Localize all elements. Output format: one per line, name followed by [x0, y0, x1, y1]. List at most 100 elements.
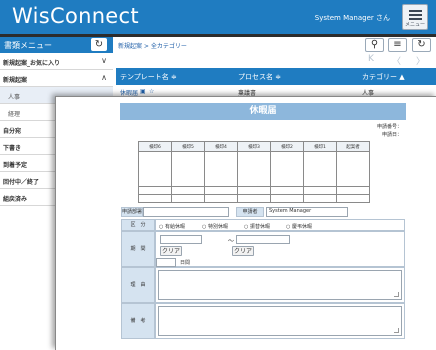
clear-end-button[interactable]: クリア — [232, 246, 254, 256]
sidebar-item-label: 新規起案_お気に入り — [3, 60, 61, 67]
sidebar-item-label: 新規起案 — [3, 77, 28, 84]
seal-date — [237, 186, 271, 195]
refresh-icon[interactable]: ↻ — [412, 38, 431, 52]
radio-label: 慶弔休暇 — [291, 224, 312, 230]
start-date-input[interactable] — [160, 235, 202, 244]
seal-box — [138, 151, 172, 187]
period-cell: 〜 クリア クリア 日間 — [155, 231, 405, 267]
resize-grip-icon[interactable] — [394, 292, 399, 297]
applicant-label: 申請者 — [236, 207, 264, 217]
seal-box — [303, 151, 337, 187]
seal-box — [204, 151, 238, 187]
seal-header: 検印3 — [237, 141, 271, 152]
seal-box — [336, 151, 370, 187]
seal-date — [171, 186, 205, 195]
sidebar-item-label: 経理 — [8, 111, 21, 118]
radio-label: 特別休暇 — [207, 224, 228, 230]
list-icon[interactable]: ≡ — [388, 38, 407, 52]
reason-label: 理 由 — [121, 267, 155, 303]
seal-date — [171, 194, 205, 203]
remarks-label: 備 考 — [121, 303, 155, 339]
category-label: 区 分 — [121, 219, 155, 231]
col-process[interactable]: プロセス名 ≑ — [238, 72, 281, 82]
sidebar-item-label: 下書き — [3, 145, 22, 152]
menu-label: メニュー — [404, 22, 425, 28]
next-page-icon[interactable]: 〉 — [416, 54, 425, 67]
first-page-icon[interactable]: K — [368, 54, 374, 64]
resize-grip-icon[interactable] — [394, 328, 399, 333]
seal-date — [270, 194, 304, 203]
apply-no-label: 申請番号： — [376, 124, 402, 130]
seal-table: 検印6 検印5 検印4 検印3 検印2 検印1 起案者 — [138, 141, 370, 203]
seal-header: 検印4 — [204, 141, 238, 152]
seal-date — [303, 194, 337, 203]
prev-page-icon[interactable]: 〈 — [392, 54, 401, 67]
period-label: 期 間 — [121, 231, 155, 267]
seal-date — [336, 194, 370, 203]
radio-label: 振替休暇 — [249, 224, 270, 230]
days-unit: 日間 — [180, 260, 191, 266]
refresh-icon[interactable]: ↻ — [91, 38, 107, 51]
radio-substitute-leave[interactable]: ○ 振替休暇 — [244, 223, 270, 230]
search-icon[interactable]: ⚲ — [365, 38, 384, 52]
breadcrumb-text[interactable]: 新規起案 > 全カテゴリー — [118, 41, 187, 50]
sidebar-item-favorites[interactable]: 新規起案_お気に入り ∨ — [0, 53, 113, 70]
reason-textarea[interactable] — [158, 270, 402, 300]
star-icon[interactable]: ☆ — [149, 88, 154, 95]
seal-box — [171, 151, 205, 187]
radio-paid-leave[interactable]: ○ 有給休暇 — [159, 223, 185, 230]
chevron-down-icon: ∨ — [101, 56, 107, 65]
sidebar-item-label: 到着予定 — [3, 162, 28, 169]
seal-header: 検印1 — [303, 141, 337, 152]
seal-date — [138, 186, 172, 195]
col-template[interactable]: テンプレート名 ≑ — [120, 72, 177, 82]
sidebar-item-label: 人事 — [8, 94, 21, 101]
radio-condolence-leave[interactable]: ○ 慶弔休暇 — [286, 223, 312, 230]
tilde: 〜 — [228, 238, 235, 245]
seal-date — [204, 186, 238, 195]
seal-date — [270, 186, 304, 195]
apply-date-label: 申請日： — [381, 132, 402, 138]
seal-date — [303, 186, 337, 195]
end-date-input[interactable] — [236, 235, 290, 244]
col-category[interactable]: カテゴリー ▲ — [362, 72, 405, 82]
menu-button[interactable]: メニュー — [402, 4, 428, 30]
sidebar-item-label: 組戻済み — [3, 196, 28, 203]
sidebar-item-new-draft[interactable]: 新規起案 ∧ — [0, 70, 113, 87]
seal-box — [237, 151, 271, 187]
applicant-field[interactable]: System Manager — [266, 207, 348, 217]
pager: K 〈 〉 — [116, 54, 436, 68]
sidebar-item-label: 回付中／終了 — [3, 179, 40, 186]
seal-date — [138, 194, 172, 203]
category-options: ○ 有給休暇 ○ 特別休暇 ○ 振替休暇 ○ 慶弔休暇 — [155, 219, 405, 231]
sidebar-header: 書類メニュー ↻ — [0, 37, 113, 53]
dept-field[interactable] — [143, 207, 229, 217]
breadcrumb: 新規起案 > 全カテゴリー ⚲ ≡ ↻ — [116, 37, 436, 54]
remarks-cell — [155, 303, 405, 339]
doc-title: 休暇届 — [120, 103, 406, 120]
leave-form-document: 休暇届 申請番号： 申請日： 検印6 検印5 検印4 検印3 検印2 検印1 起… — [55, 96, 436, 350]
dept-label: 申請部署 — [121, 207, 143, 217]
seal-date — [204, 194, 238, 203]
seal-header: 検印6 — [138, 141, 172, 152]
reason-cell — [155, 267, 405, 303]
seal-header: 検印5 — [171, 141, 205, 152]
doc-icon[interactable]: ▣ — [140, 88, 146, 95]
seal-date — [237, 194, 271, 203]
seal-header: 検印2 — [270, 141, 304, 152]
table-header: テンプレート名 ≑ プロセス名 ≑ カテゴリー ▲ — [116, 68, 436, 85]
app-logo: WisConnect — [12, 4, 139, 28]
user-name[interactable]: System Manager さん — [315, 13, 390, 23]
chevron-up-icon: ∧ — [101, 73, 107, 82]
seal-date — [336, 186, 370, 195]
seal-box — [270, 151, 304, 187]
sidebar-title: 書類メニュー — [4, 41, 52, 50]
days-input[interactable] — [156, 258, 176, 267]
clear-start-button[interactable]: クリア — [160, 246, 182, 256]
app-header: WisConnect System Manager さん メニュー — [0, 0, 436, 37]
remarks-textarea[interactable] — [158, 306, 402, 336]
sidebar-item-label: 自分宛 — [3, 128, 22, 135]
seal-header: 起案者 — [336, 141, 370, 152]
radio-special-leave[interactable]: ○ 特別休暇 — [202, 223, 228, 230]
radio-label: 有給休暇 — [164, 224, 185, 230]
